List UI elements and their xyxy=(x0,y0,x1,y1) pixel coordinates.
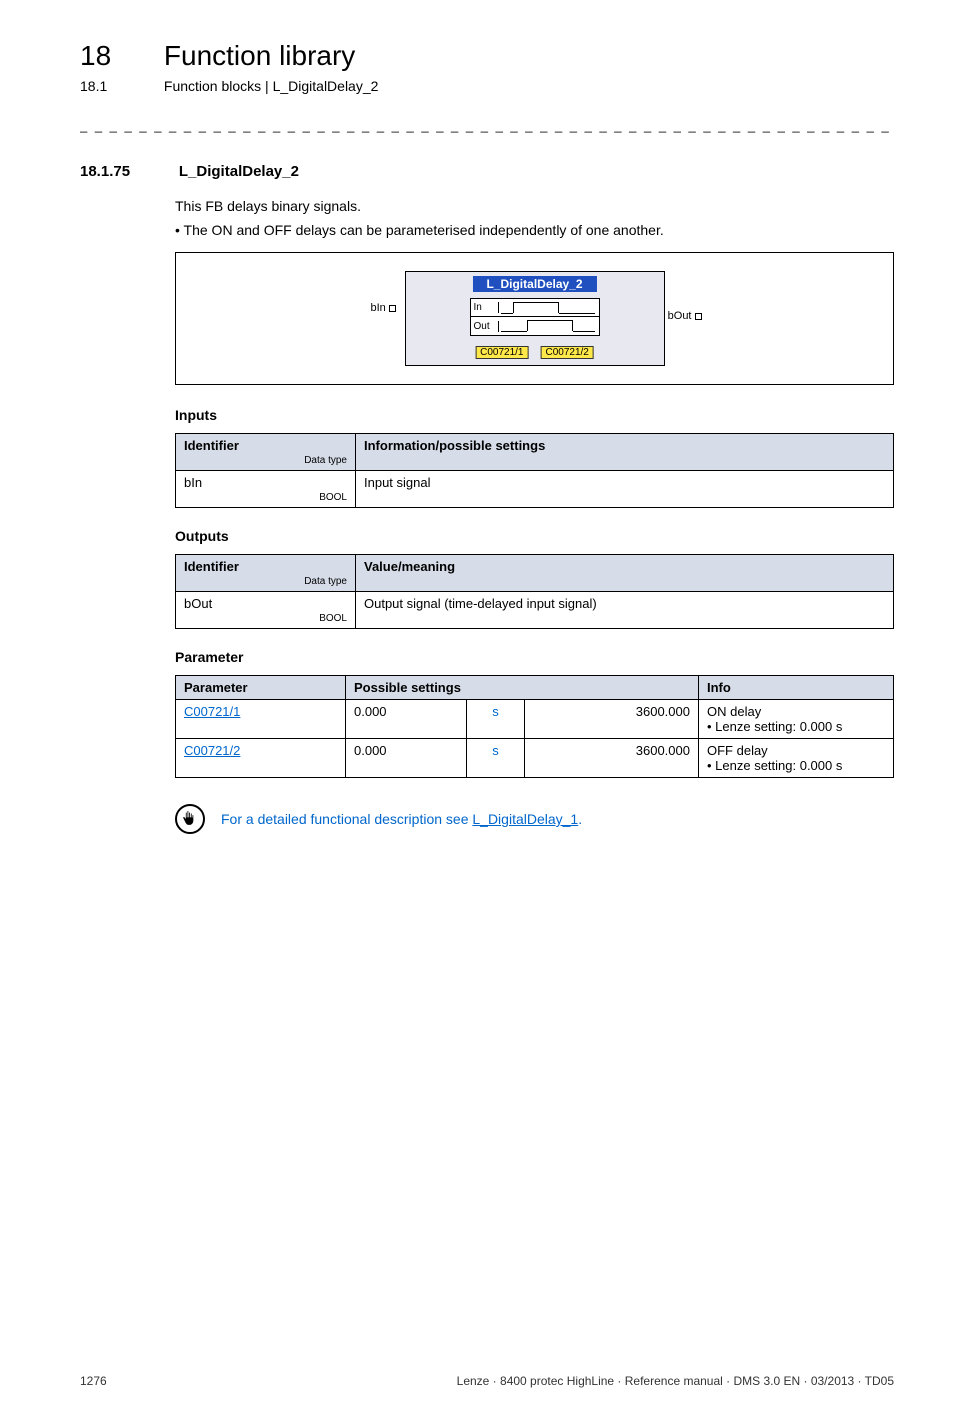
table-row: C00721/2 0.000 s 3600.000 OFF delay • Le… xyxy=(176,739,894,778)
function-block-diagram: L_DigitalDelay_2 bIn bOut In Out xyxy=(175,252,894,385)
page-header: 18 Function library 18.1 Function blocks… xyxy=(80,40,894,94)
cell-unit: s xyxy=(467,739,524,778)
table-row: bIn BOOL Input signal xyxy=(176,471,894,508)
cell-min: 0.000 xyxy=(346,739,467,778)
page-footer: 1276 Lenze · 8400 protec HighLine · Refe… xyxy=(80,1374,894,1388)
info-detail: • Lenze setting: 0.000 s xyxy=(707,719,842,734)
param-link[interactable]: C00721/1 xyxy=(184,704,240,719)
table-header-row: Parameter Possible settings Info xyxy=(176,676,894,700)
section-title: L_DigitalDelay_2 xyxy=(179,163,299,180)
identifier-header: Identifier xyxy=(184,438,239,453)
cell-info: ON delay • Lenze setting: 0.000 s xyxy=(699,700,894,739)
table-row: bOut BOOL Output signal (time-delayed in… xyxy=(176,592,894,629)
col-info: Info xyxy=(699,676,894,700)
section-number: 18.1.75 xyxy=(80,163,175,180)
tip-link[interactable]: L_DigitalDelay_1 xyxy=(472,811,578,827)
datatype-value: BOOL xyxy=(184,492,347,503)
col-info: Value/meaning xyxy=(356,555,894,592)
page-number: 1276 xyxy=(80,1374,107,1388)
fb-code-1: C00721/1 xyxy=(475,346,528,359)
table-row: C00721/1 0.000 s 3600.000 ON delay • Len… xyxy=(176,700,894,739)
hand-icon-svg xyxy=(180,809,200,829)
outputs-heading: Outputs xyxy=(175,528,894,544)
col-parameter: Parameter xyxy=(176,676,346,700)
fb-block: L_DigitalDelay_2 bIn bOut In Out xyxy=(405,271,665,366)
waveform-out-icon xyxy=(499,317,599,335)
cell-param: C00721/1 xyxy=(176,700,346,739)
tip-note: For a detailed functional description se… xyxy=(175,804,894,834)
col-info: Information/possible settings xyxy=(356,434,894,471)
cell-info: Output signal (time-delayed input signal… xyxy=(356,592,894,629)
outputs-table: Identifier Data type Value/meaning bOut … xyxy=(175,554,894,629)
horizontal-divider: _ _ _ _ _ _ _ _ _ _ _ _ _ _ _ _ _ _ _ _ … xyxy=(80,118,894,133)
fb-row-in: In xyxy=(471,299,599,317)
datatype-header: Data type xyxy=(184,455,347,466)
cell-unit: s xyxy=(467,700,524,739)
intro-text: This FB delays binary signals. xyxy=(175,198,894,214)
fb-code-labels: C00721/1 C00721/2 xyxy=(475,346,594,359)
fb-row-in-label: In xyxy=(471,302,499,313)
inputs-table: Identifier Data type Information/possibl… xyxy=(175,433,894,508)
footer-meta: Lenze · 8400 protec HighLine · Reference… xyxy=(457,1374,894,1388)
waveform-in-icon xyxy=(499,299,599,316)
tip-prefix: For a detailed functional description se… xyxy=(221,811,472,827)
cell-info: OFF delay • Lenze setting: 0.000 s xyxy=(699,739,894,778)
table-header-row: Identifier Data type Value/meaning xyxy=(176,555,894,592)
chapter-number: 18 xyxy=(80,40,160,72)
fb-inner-box: In Out xyxy=(470,298,600,336)
cell-max: 3600.000 xyxy=(524,739,698,778)
subsection-number: 18.1 xyxy=(80,78,160,94)
subsection-title: Function blocks | L_DigitalDelay_2 xyxy=(164,78,379,94)
identifier-value: bIn xyxy=(184,475,202,490)
cell-identifier: bIn BOOL xyxy=(176,471,356,508)
fb-code-2: C00721/2 xyxy=(541,346,594,359)
section-heading: 18.1.75 L_DigitalDelay_2 xyxy=(80,163,894,180)
pin-connector-icon xyxy=(695,313,702,320)
fb-row-out: Out xyxy=(471,317,599,335)
tip-suffix: . xyxy=(578,811,582,827)
pin-connector-icon xyxy=(389,305,396,312)
datatype-value: BOOL xyxy=(184,613,347,624)
parameter-heading: Parameter xyxy=(175,649,894,665)
parameter-table: Parameter Possible settings Info C00721/… xyxy=(175,675,894,778)
fb-pin-in: bIn xyxy=(371,302,396,314)
fb-pin-in-label: bIn xyxy=(371,302,386,314)
chapter-title: Function library xyxy=(164,40,355,72)
inputs-heading: Inputs xyxy=(175,407,894,423)
fb-row-out-label: Out xyxy=(471,321,499,332)
identifier-value: bOut xyxy=(184,596,212,611)
cell-min: 0.000 xyxy=(346,700,467,739)
identifier-header: Identifier xyxy=(184,559,239,574)
cell-identifier: bOut BOOL xyxy=(176,592,356,629)
fb-pin-out-label: bOut xyxy=(668,310,692,322)
col-possible-settings: Possible settings xyxy=(346,676,699,700)
info-detail: • Lenze setting: 0.000 s xyxy=(707,758,842,773)
fb-pin-out: bOut xyxy=(668,310,702,322)
cell-info: Input signal xyxy=(356,471,894,508)
fb-title: L_DigitalDelay_2 xyxy=(472,276,596,292)
cell-param: C00721/2 xyxy=(176,739,346,778)
bullet-point: The ON and OFF delays can be parameteris… xyxy=(175,222,894,238)
datatype-header: Data type xyxy=(184,576,347,587)
info-title: OFF delay xyxy=(707,743,768,758)
param-link[interactable]: C00721/2 xyxy=(184,743,240,758)
cell-max: 3600.000 xyxy=(524,700,698,739)
hand-pointer-icon xyxy=(175,804,205,834)
col-identifier: Identifier Data type xyxy=(176,555,356,592)
table-header-row: Identifier Data type Information/possibl… xyxy=(176,434,894,471)
col-identifier: Identifier Data type xyxy=(176,434,356,471)
info-title: ON delay xyxy=(707,704,761,719)
tip-text: For a detailed functional description se… xyxy=(221,811,582,827)
